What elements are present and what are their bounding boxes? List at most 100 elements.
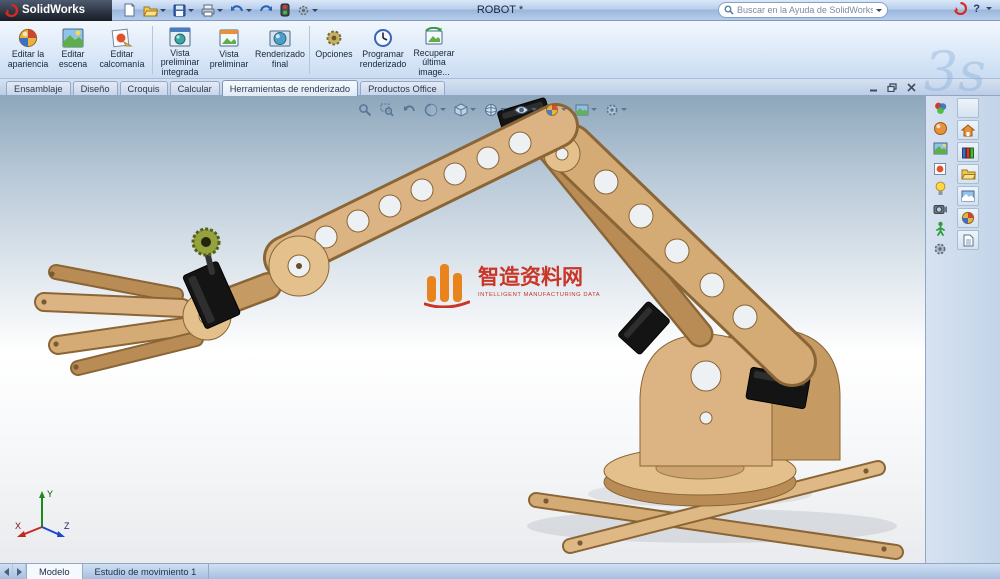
previous-view-icon xyxy=(402,103,416,116)
lights-icon[interactable] xyxy=(931,180,949,197)
display-style-button[interactable] xyxy=(482,101,508,118)
chevron-down-icon xyxy=(561,108,567,111)
chevron-down-icon[interactable] xyxy=(986,7,992,10)
view-settings-gear-icon xyxy=(605,103,619,117)
document-minimize-button[interactable] xyxy=(866,81,880,93)
tab-productos-office[interactable]: Productos Office xyxy=(360,81,445,95)
preview-window-button[interactable]: Vista preliminar xyxy=(205,23,253,77)
custom-properties-icon[interactable] xyxy=(957,230,979,250)
recall-last-image-button[interactable]: Recuperar última image... xyxy=(410,23,458,77)
view-settings-button[interactable] xyxy=(603,101,629,118)
heads-up-view-toolbar xyxy=(356,101,629,118)
decal-icon[interactable] xyxy=(931,160,949,177)
document-close-button[interactable] xyxy=(904,81,918,93)
chevron-down-icon xyxy=(188,9,194,12)
apply-scene-button[interactable] xyxy=(573,101,599,118)
task-pane-collapse-button[interactable] xyxy=(957,98,979,118)
section-view-icon xyxy=(424,103,438,117)
undo-button[interactable] xyxy=(227,1,255,19)
graphics-viewport[interactable]: 智造资料网 INTELLIGENT MANUFACTURING DATA Y X… xyxy=(0,96,926,563)
previous-view-button[interactable] xyxy=(400,101,418,118)
tab-croquis[interactable]: Croquis xyxy=(120,81,168,95)
app-name: SolidWorks xyxy=(22,4,85,16)
open-icon xyxy=(143,4,158,17)
schedule-render-button[interactable]: Programar renderizado xyxy=(356,23,410,77)
open-button[interactable] xyxy=(140,1,169,19)
zoom-to-fit-icon xyxy=(358,103,372,117)
edit-scene-button[interactable]: Editar escena xyxy=(52,23,94,77)
view-palette-icon[interactable] xyxy=(957,186,979,206)
rebuild-button[interactable] xyxy=(277,1,293,19)
tab-diseno[interactable]: Diseño xyxy=(73,81,118,95)
model-elbow[interactable] xyxy=(231,236,329,300)
tab-herramientas-de-renderizado[interactable]: Herramientas de renderizado xyxy=(222,80,358,96)
redo-button[interactable] xyxy=(256,1,276,19)
model-gripper[interactable] xyxy=(41,229,240,370)
edit-appearance-hud-button[interactable] xyxy=(543,101,569,118)
design-library-icon[interactable] xyxy=(957,142,979,162)
edit-appearance-button[interactable]: Editar la apariencia xyxy=(4,23,52,77)
chevron-down-icon xyxy=(160,9,166,12)
document-restore-button[interactable] xyxy=(885,81,899,93)
chevron-down-icon xyxy=(246,9,252,12)
camera-icon[interactable] xyxy=(931,200,949,217)
new-document-button[interactable] xyxy=(120,1,139,19)
render-options-button[interactable]: Opciones xyxy=(312,23,356,77)
edit-decal-button[interactable]: Editar calcomanía xyxy=(94,23,150,77)
tab-calcular[interactable]: Calcular xyxy=(170,81,220,95)
tab-modelo[interactable]: Modelo xyxy=(26,564,83,579)
appearance-wheel-icon[interactable] xyxy=(931,100,949,117)
zoom-to-area-button[interactable] xyxy=(378,101,396,118)
solidworks-resources-icon[interactable] xyxy=(957,120,979,140)
document-window-controls xyxy=(866,81,918,93)
solidworks-help-icon[interactable] xyxy=(954,2,967,15)
chevron-down-icon xyxy=(440,108,446,111)
options-button[interactable] xyxy=(294,1,321,19)
save-button[interactable] xyxy=(170,1,197,19)
zoom-to-fit-button[interactable] xyxy=(356,101,374,118)
app-logo: SolidWorks xyxy=(0,0,112,21)
scene-icon[interactable] xyxy=(931,140,949,157)
tab-scroll-left-button[interactable] xyxy=(0,564,13,579)
print-button[interactable] xyxy=(198,1,226,19)
new-document-icon xyxy=(123,3,136,17)
tab-scroll-right-button[interactable] xyxy=(13,564,26,579)
appearances-scenes-icon[interactable] xyxy=(957,208,979,228)
task-pane-tabs xyxy=(957,98,979,250)
appearance-sphere-icon xyxy=(17,25,39,50)
tab-ensamblaje[interactable]: Ensamblaje xyxy=(6,81,71,95)
chevron-down-icon xyxy=(531,108,537,111)
appearance-ball-icon[interactable] xyxy=(931,120,949,137)
robot-arm-model[interactable] xyxy=(0,96,926,563)
schedule-render-clock-icon xyxy=(373,25,393,50)
final-render-button[interactable]: Renderizado final xyxy=(253,23,307,77)
model-upper-boom[interactable] xyxy=(286,126,556,258)
reference-triad: Y X Z xyxy=(14,485,72,541)
ribbon-button-label: Editar calcomanía xyxy=(96,50,148,69)
right-side-panel xyxy=(926,96,1000,563)
ribbon-button-label: Recuperar última image... xyxy=(412,49,456,78)
hide-show-items-button[interactable] xyxy=(512,101,539,118)
ribbon-separator xyxy=(152,26,153,74)
help-button[interactable]: ? xyxy=(973,3,980,15)
file-explorer-icon[interactable] xyxy=(957,164,979,184)
integrated-preview-icon xyxy=(169,25,191,49)
section-view-button[interactable] xyxy=(422,101,448,118)
save-icon xyxy=(173,4,186,17)
walkthrough-icon[interactable] xyxy=(931,220,949,237)
command-manager-tabbar: Ensamblaje Diseño Croquis Calcular Herra… xyxy=(0,79,1000,96)
view-orientation-button[interactable] xyxy=(452,101,478,118)
ribbon-button-label: Editar la apariencia xyxy=(6,50,50,69)
render-gear-icon[interactable] xyxy=(931,240,949,257)
search-icon xyxy=(724,5,734,15)
help-search-box[interactable] xyxy=(718,2,888,18)
integrated-preview-button[interactable]: Vista preliminar integrada xyxy=(155,23,205,77)
recall-last-image-icon xyxy=(423,25,445,49)
right-arrow-icon xyxy=(17,568,22,576)
tab-estudio-de-movimiento[interactable]: Estudio de movimiento 1 xyxy=(83,564,210,579)
render-options-gear-icon xyxy=(324,25,344,50)
help-search-input[interactable] xyxy=(737,5,873,15)
ribbon-button-label: Programar renderizado xyxy=(358,50,408,69)
chevron-down-icon xyxy=(312,9,318,12)
triad-y-label: Y xyxy=(47,489,53,499)
